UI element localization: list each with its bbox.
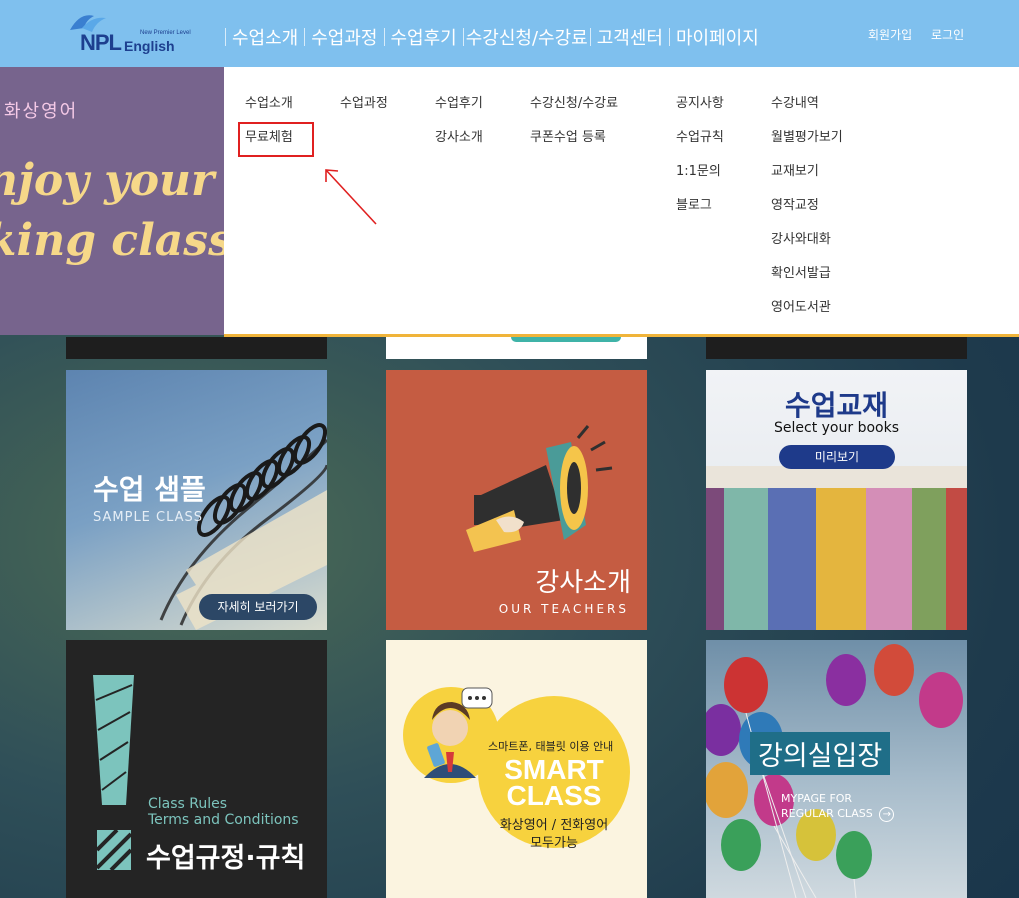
signup-link[interactable]: 회원가입	[868, 26, 912, 43]
menu-item[interactable]: 월별평가보기	[771, 129, 843, 163]
classroom-sub1: MYPAGE FOR	[781, 792, 853, 805]
teachers-title: 강사소개	[535, 568, 631, 598]
menu-item[interactable]: 강사와대화	[771, 231, 843, 265]
promo-line2: king class	[0, 215, 224, 266]
menu-item[interactable]: 확인서발급	[771, 265, 843, 299]
books-title: 수업교재	[784, 389, 889, 422]
books-subtitle: Select your books	[774, 420, 899, 436]
rules-en-line2: Terms and Conditions	[148, 812, 299, 828]
nav-mypage[interactable]: 마이페이지	[670, 24, 765, 50]
annotation-arrow-icon	[325, 169, 377, 225]
tile-smart-class[interactable]: 스마트폰, 태블릿 이용 안내 SMART CLASS 화상영어 / 전화영어 …	[386, 640, 647, 898]
menu-item[interactable]: 수업후기	[435, 95, 483, 129]
nav-courses[interactable]: 수업과정	[305, 24, 383, 50]
menu-item[interactable]: 쿠폰수업 등록	[530, 129, 618, 163]
menu-item[interactable]: 수업과정	[340, 95, 388, 129]
tile-our-teachers[interactable]: 강사소개 OUR TEACHERS	[386, 370, 647, 630]
tile-top-right-partial[interactable]	[706, 337, 967, 359]
menu-item[interactable]: 수강내역	[771, 95, 843, 129]
classroom-title: 강의실입장	[750, 732, 891, 775]
books-illustration	[706, 466, 967, 630]
menu-item[interactable]: 영작교정	[771, 197, 843, 231]
menu-item[interactable]: 1:1문의	[676, 163, 724, 197]
nav-support[interactable]: 고객센터	[591, 24, 669, 50]
promo-banner[interactable]: 화상영어 njoy your king class	[0, 67, 224, 335]
teachers-subtitle: OUR TEACHERS	[498, 602, 629, 616]
annotation-highlight-box	[238, 122, 314, 157]
sample-subtitle: SAMPLE CLASS	[93, 510, 204, 525]
login-link[interactable]: 로그인	[931, 26, 964, 43]
site-header: NPL New Premier Level English 수업소개 수업과정 …	[0, 0, 1019, 67]
promo-small-text: 화상영어	[4, 101, 79, 122]
tile-top-center-partial[interactable]	[386, 337, 647, 359]
tile-class-books[interactable]: 수업교재 Select your books 미리보기	[706, 370, 967, 630]
logo-npl-text: NPL	[80, 30, 122, 55]
menu-item[interactable]: 영어도서관	[771, 299, 843, 333]
rules-en-line1: Class Rules	[148, 796, 228, 812]
site-logo[interactable]: NPL New Premier Level English	[68, 8, 193, 58]
smart-notice: 스마트폰, 태블릿 이용 안내	[488, 740, 614, 753]
logo-tagline: New Premier Level	[140, 30, 191, 36]
main-nav: 수업소개 수업과정 수업후기 수강신청/수강료 고객센터 마이페이지	[225, 22, 765, 52]
arrow-right-circle-icon: →	[879, 807, 895, 822]
nav-reviews[interactable]: 수업후기	[385, 24, 463, 50]
tile-classroom-entry[interactable]: 강의실입장 MYPAGE FOR REGULAR CLASS →	[706, 640, 967, 898]
sample-title: 수업 샘플	[93, 473, 206, 506]
menu-col-support: 공지사항 수업규칙 1:1문의 블로그	[676, 95, 724, 231]
menu-item[interactable]: 수강신청/수강료	[530, 95, 618, 129]
smart-line2: CLASS	[506, 780, 602, 811]
classroom-sub2[interactable]: REGULAR CLASS →	[781, 807, 895, 822]
rules-title: 수업규정·규칙	[146, 843, 306, 874]
logo-english-text: English	[124, 38, 175, 54]
nav-enroll[interactable]: 수강신청/수강료	[464, 24, 590, 50]
classroom-sub2-label: REGULAR CLASS	[781, 807, 873, 820]
menu-col-mypage: 수강내역 월별평가보기 교재보기 영작교정 강사와대화 확인서발급 영어도서관	[771, 95, 843, 333]
menu-col-reviews: 수업후기 강사소개	[435, 95, 483, 163]
tile-top-left-partial[interactable]	[66, 337, 327, 359]
menu-item[interactable]: 교재보기	[771, 163, 843, 197]
menu-item[interactable]: 블로그	[676, 197, 724, 231]
tile-sample-class[interactable]: 수업 샘플 SAMPLE CLASS 자세히 보러가기	[66, 370, 327, 630]
menu-col-courses: 수업과정	[340, 95, 388, 129]
promo-line1: njoy your	[0, 155, 215, 206]
smart-desc2: 모두가능	[530, 836, 578, 851]
menu-item[interactable]: 수업규칙	[676, 129, 724, 163]
menu-item[interactable]: 공지사항	[676, 95, 724, 129]
nav-about[interactable]: 수업소개	[226, 24, 304, 50]
menu-col-enroll: 수강신청/수강료 쿠폰수업 등록	[530, 95, 618, 163]
books-preview-button[interactable]: 미리보기	[779, 445, 895, 469]
smart-desc1: 화상영어 / 전화영어	[499, 818, 609, 833]
menu-item[interactable]: 강사소개	[435, 129, 483, 163]
sample-detail-button[interactable]: 자세히 보러가기	[199, 594, 317, 620]
tile-class-rules[interactable]: Class Rules Terms and Conditions 수업규정·규칙	[66, 640, 327, 898]
